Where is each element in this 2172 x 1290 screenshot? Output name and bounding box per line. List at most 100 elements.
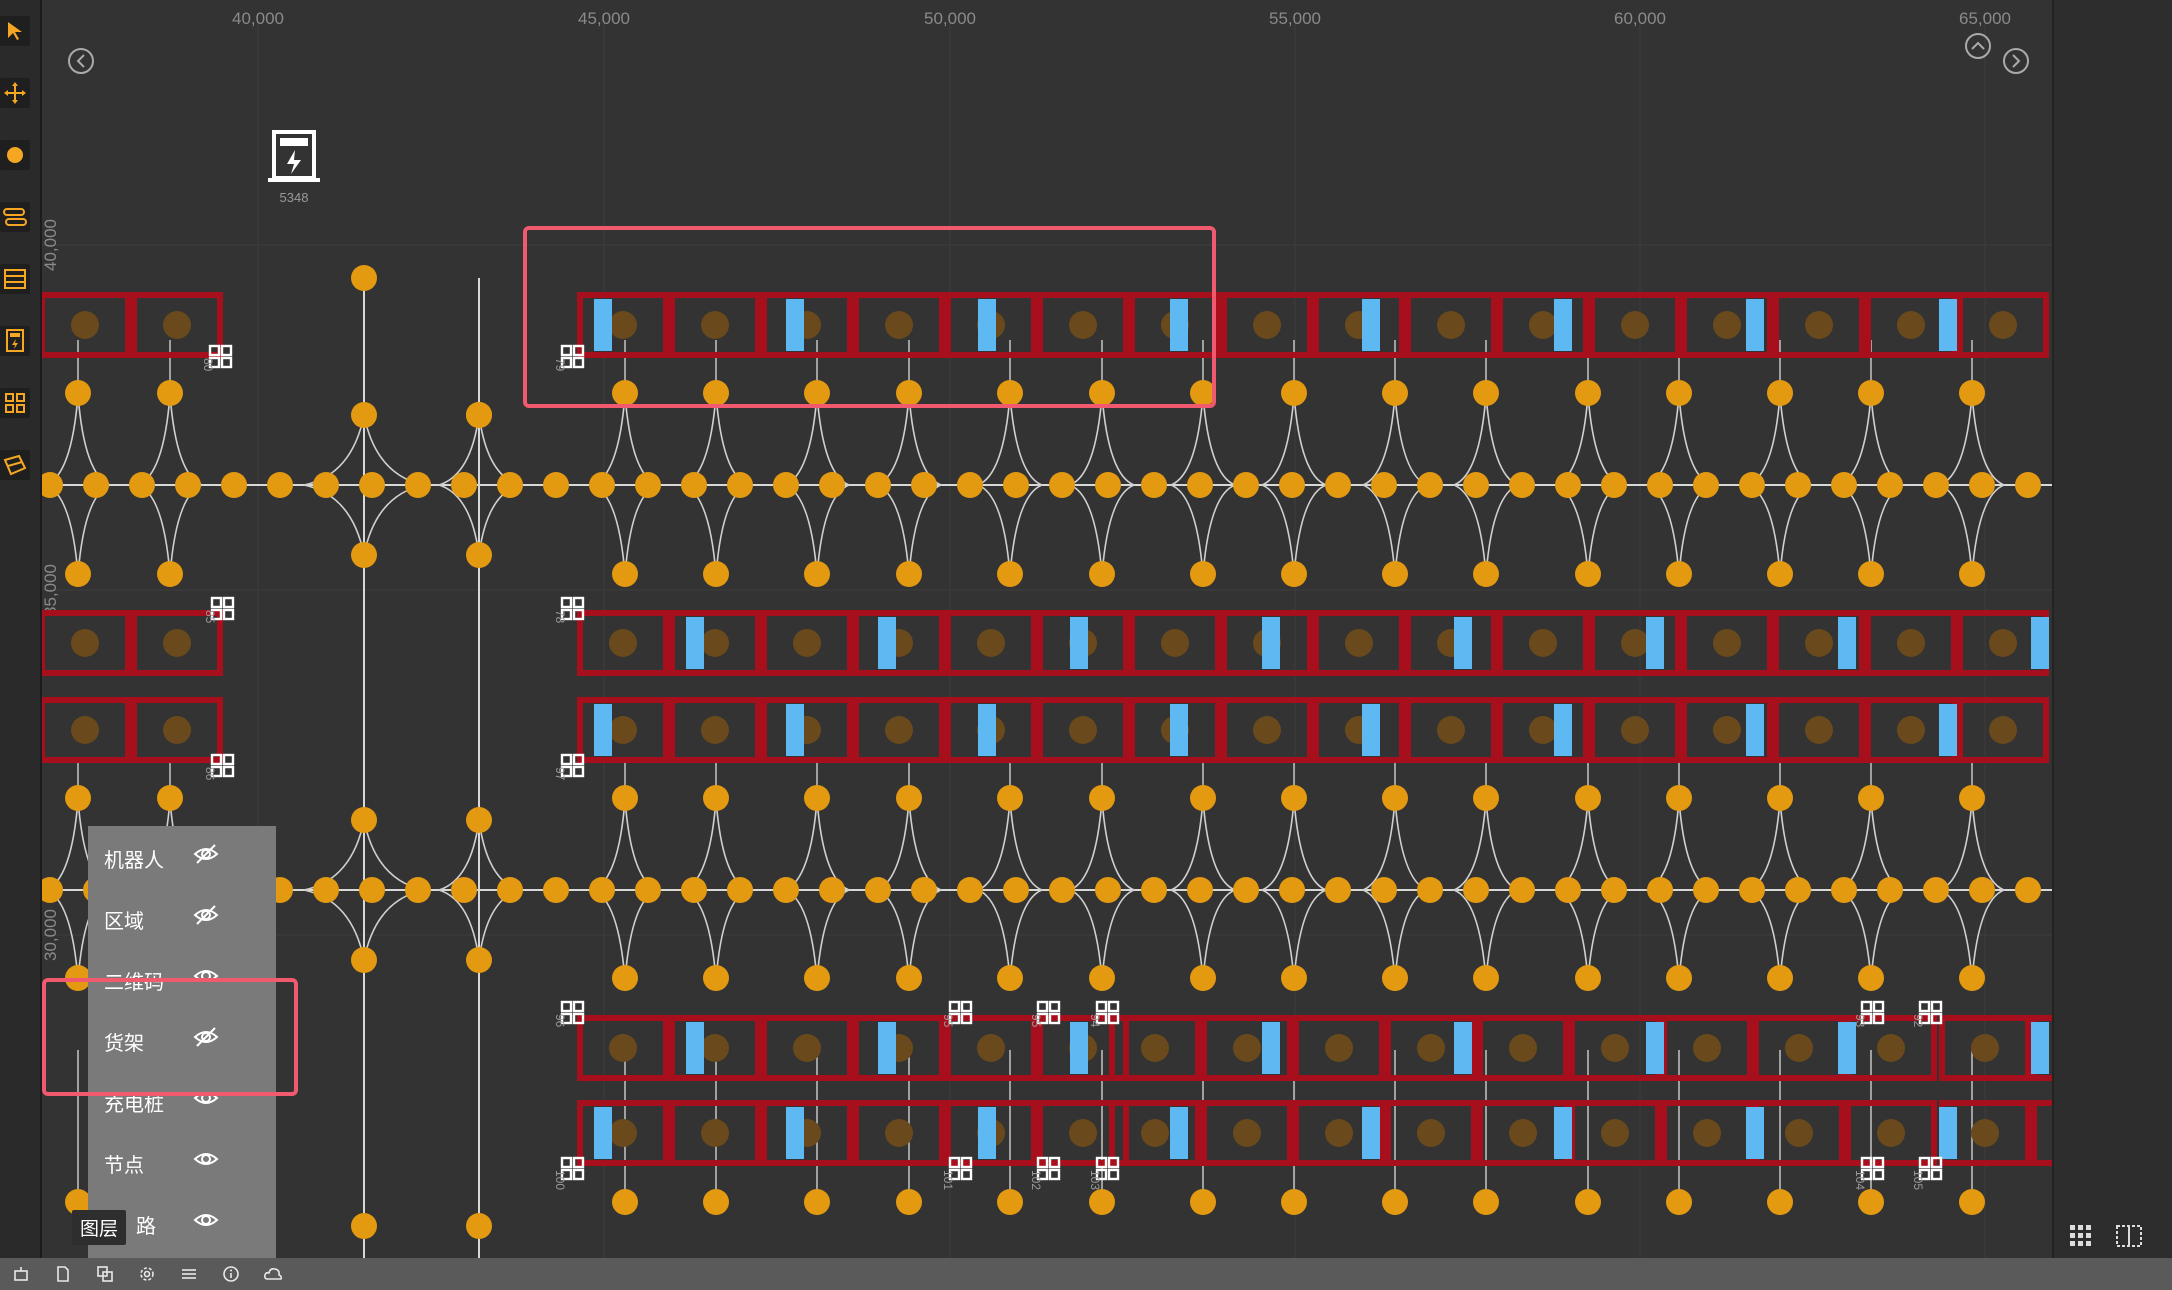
info-icon[interactable] — [210, 1258, 252, 1290]
node — [1831, 472, 1857, 498]
warehouse-map[interactable]: 40,000 45,000 50,000 55,000 60,000 65,000 40,0… — [42, 0, 2052, 1258]
select-tool-icon[interactable] — [0, 16, 30, 46]
qrcode-label: 96 — [553, 1014, 567, 1028]
layer-row-shelf[interactable]: 货架 — [88, 1009, 276, 1070]
qrcode-cell — [572, 596, 585, 609]
node — [1575, 965, 1601, 991]
node — [865, 472, 891, 498]
node — [1382, 785, 1408, 811]
node — [896, 1189, 922, 1215]
layer-row-qrcode[interactable]: 二维码 — [88, 948, 276, 1009]
ruler-label-y: 35,000 — [42, 564, 60, 616]
blue-marker — [1070, 1022, 1088, 1074]
shelf-slot — [1417, 1034, 1445, 1062]
node — [405, 472, 431, 498]
blue-marker — [1362, 1107, 1380, 1159]
layer-label: 货架 — [104, 1031, 144, 1055]
node — [405, 877, 431, 903]
node — [773, 472, 799, 498]
split-view-icon[interactable] — [2112, 1222, 2146, 1250]
qrcode-label: 78 — [553, 610, 567, 624]
shelf-slot — [1621, 716, 1649, 744]
node — [1187, 472, 1213, 498]
layer-row-node[interactable]: 节点 — [88, 1131, 276, 1192]
shelf-slot — [793, 629, 821, 657]
qrcode-tool-icon[interactable] — [0, 388, 30, 418]
blue-marker — [1554, 1107, 1572, 1159]
shelf-cell — [2031, 1100, 2052, 1166]
robot-icon[interactable] — [0, 1258, 42, 1290]
shelf-slot — [1897, 629, 1925, 657]
eye-off-icon[interactable] — [192, 901, 220, 929]
shelf-slot — [1989, 716, 2017, 744]
node — [1003, 877, 1029, 903]
document-icon[interactable] — [42, 1258, 84, 1290]
eye-icon[interactable] — [192, 962, 220, 990]
shelf-slot — [1785, 1034, 1813, 1062]
blue-marker — [1746, 1107, 1764, 1159]
qrcode-label: 80 — [201, 358, 215, 372]
shelf-slot — [1805, 629, 1833, 657]
qrcode-cell — [960, 1000, 973, 1013]
node — [997, 380, 1023, 406]
eye-icon[interactable] — [192, 1145, 220, 1173]
node — [1739, 472, 1765, 498]
node — [1858, 1189, 1884, 1215]
node — [359, 877, 385, 903]
node — [1831, 877, 1857, 903]
blue-marker — [1554, 704, 1572, 756]
node — [1959, 1189, 1985, 1215]
shelf-slot — [1971, 1119, 1999, 1147]
node — [1382, 380, 1408, 406]
layer-label: 区域 — [104, 909, 144, 933]
node — [896, 785, 922, 811]
eye-icon[interactable] — [192, 1206, 220, 1234]
blue-marker — [786, 1107, 804, 1159]
nav-prev-icon — [68, 48, 94, 74]
qrcode-icon: 85 — [203, 596, 235, 624]
node — [157, 561, 183, 587]
shelf-slot — [1693, 1119, 1721, 1147]
map-canvas[interactable]: 40,000 45,000 50,000 55,000 60,000 65,000 40,0… — [42, 0, 2052, 1258]
node — [1858, 965, 1884, 991]
node — [1281, 965, 1307, 991]
qrcode-cell — [222, 765, 235, 778]
path-tool-icon[interactable] — [0, 202, 30, 232]
eye-off-icon[interactable] — [192, 840, 220, 868]
layer-row-area[interactable]: 区域 — [88, 887, 276, 948]
charger-tool-icon[interactable] — [0, 326, 30, 356]
shelf-slot — [1437, 716, 1465, 744]
layer-row-charger[interactable]: 充电桩 — [88, 1070, 276, 1131]
ruler-label-x: 40,000 — [232, 9, 284, 28]
node — [1279, 877, 1305, 903]
node — [703, 380, 729, 406]
eye-icon[interactable] — [192, 1084, 220, 1112]
shelf-tool-icon[interactable] — [0, 264, 30, 294]
settings-icon[interactable] — [126, 1258, 168, 1290]
node-tool-icon[interactable] — [0, 140, 30, 170]
layer-row-robot[interactable]: 机器人 — [88, 826, 276, 887]
shelf-slot — [71, 629, 99, 657]
node — [1666, 561, 1692, 587]
node — [1693, 877, 1719, 903]
node — [804, 965, 830, 991]
qrcode-icon: 78 — [553, 596, 585, 624]
shelf-slot — [1253, 311, 1281, 339]
layer-label: 二维码 — [104, 970, 164, 994]
eye-off-icon[interactable] — [192, 1023, 220, 1051]
shelf-slot — [1325, 1034, 1353, 1062]
node — [351, 807, 377, 833]
ruler-label-y: 30,000 — [42, 909, 60, 961]
area-tool-icon[interactable] — [0, 450, 30, 480]
shelf-slot — [1693, 1034, 1721, 1062]
node — [1555, 472, 1581, 498]
node — [221, 472, 247, 498]
list-icon[interactable] — [168, 1258, 210, 1290]
charging-station-id: 5348 — [280, 190, 309, 205]
node — [451, 472, 477, 498]
node — [1509, 472, 1535, 498]
cloud-icon[interactable] — [252, 1258, 294, 1290]
grid-view-icon[interactable] — [2064, 1222, 2098, 1250]
move-tool-icon[interactable] — [0, 78, 30, 108]
layers-icon[interactable] — [84, 1258, 126, 1290]
